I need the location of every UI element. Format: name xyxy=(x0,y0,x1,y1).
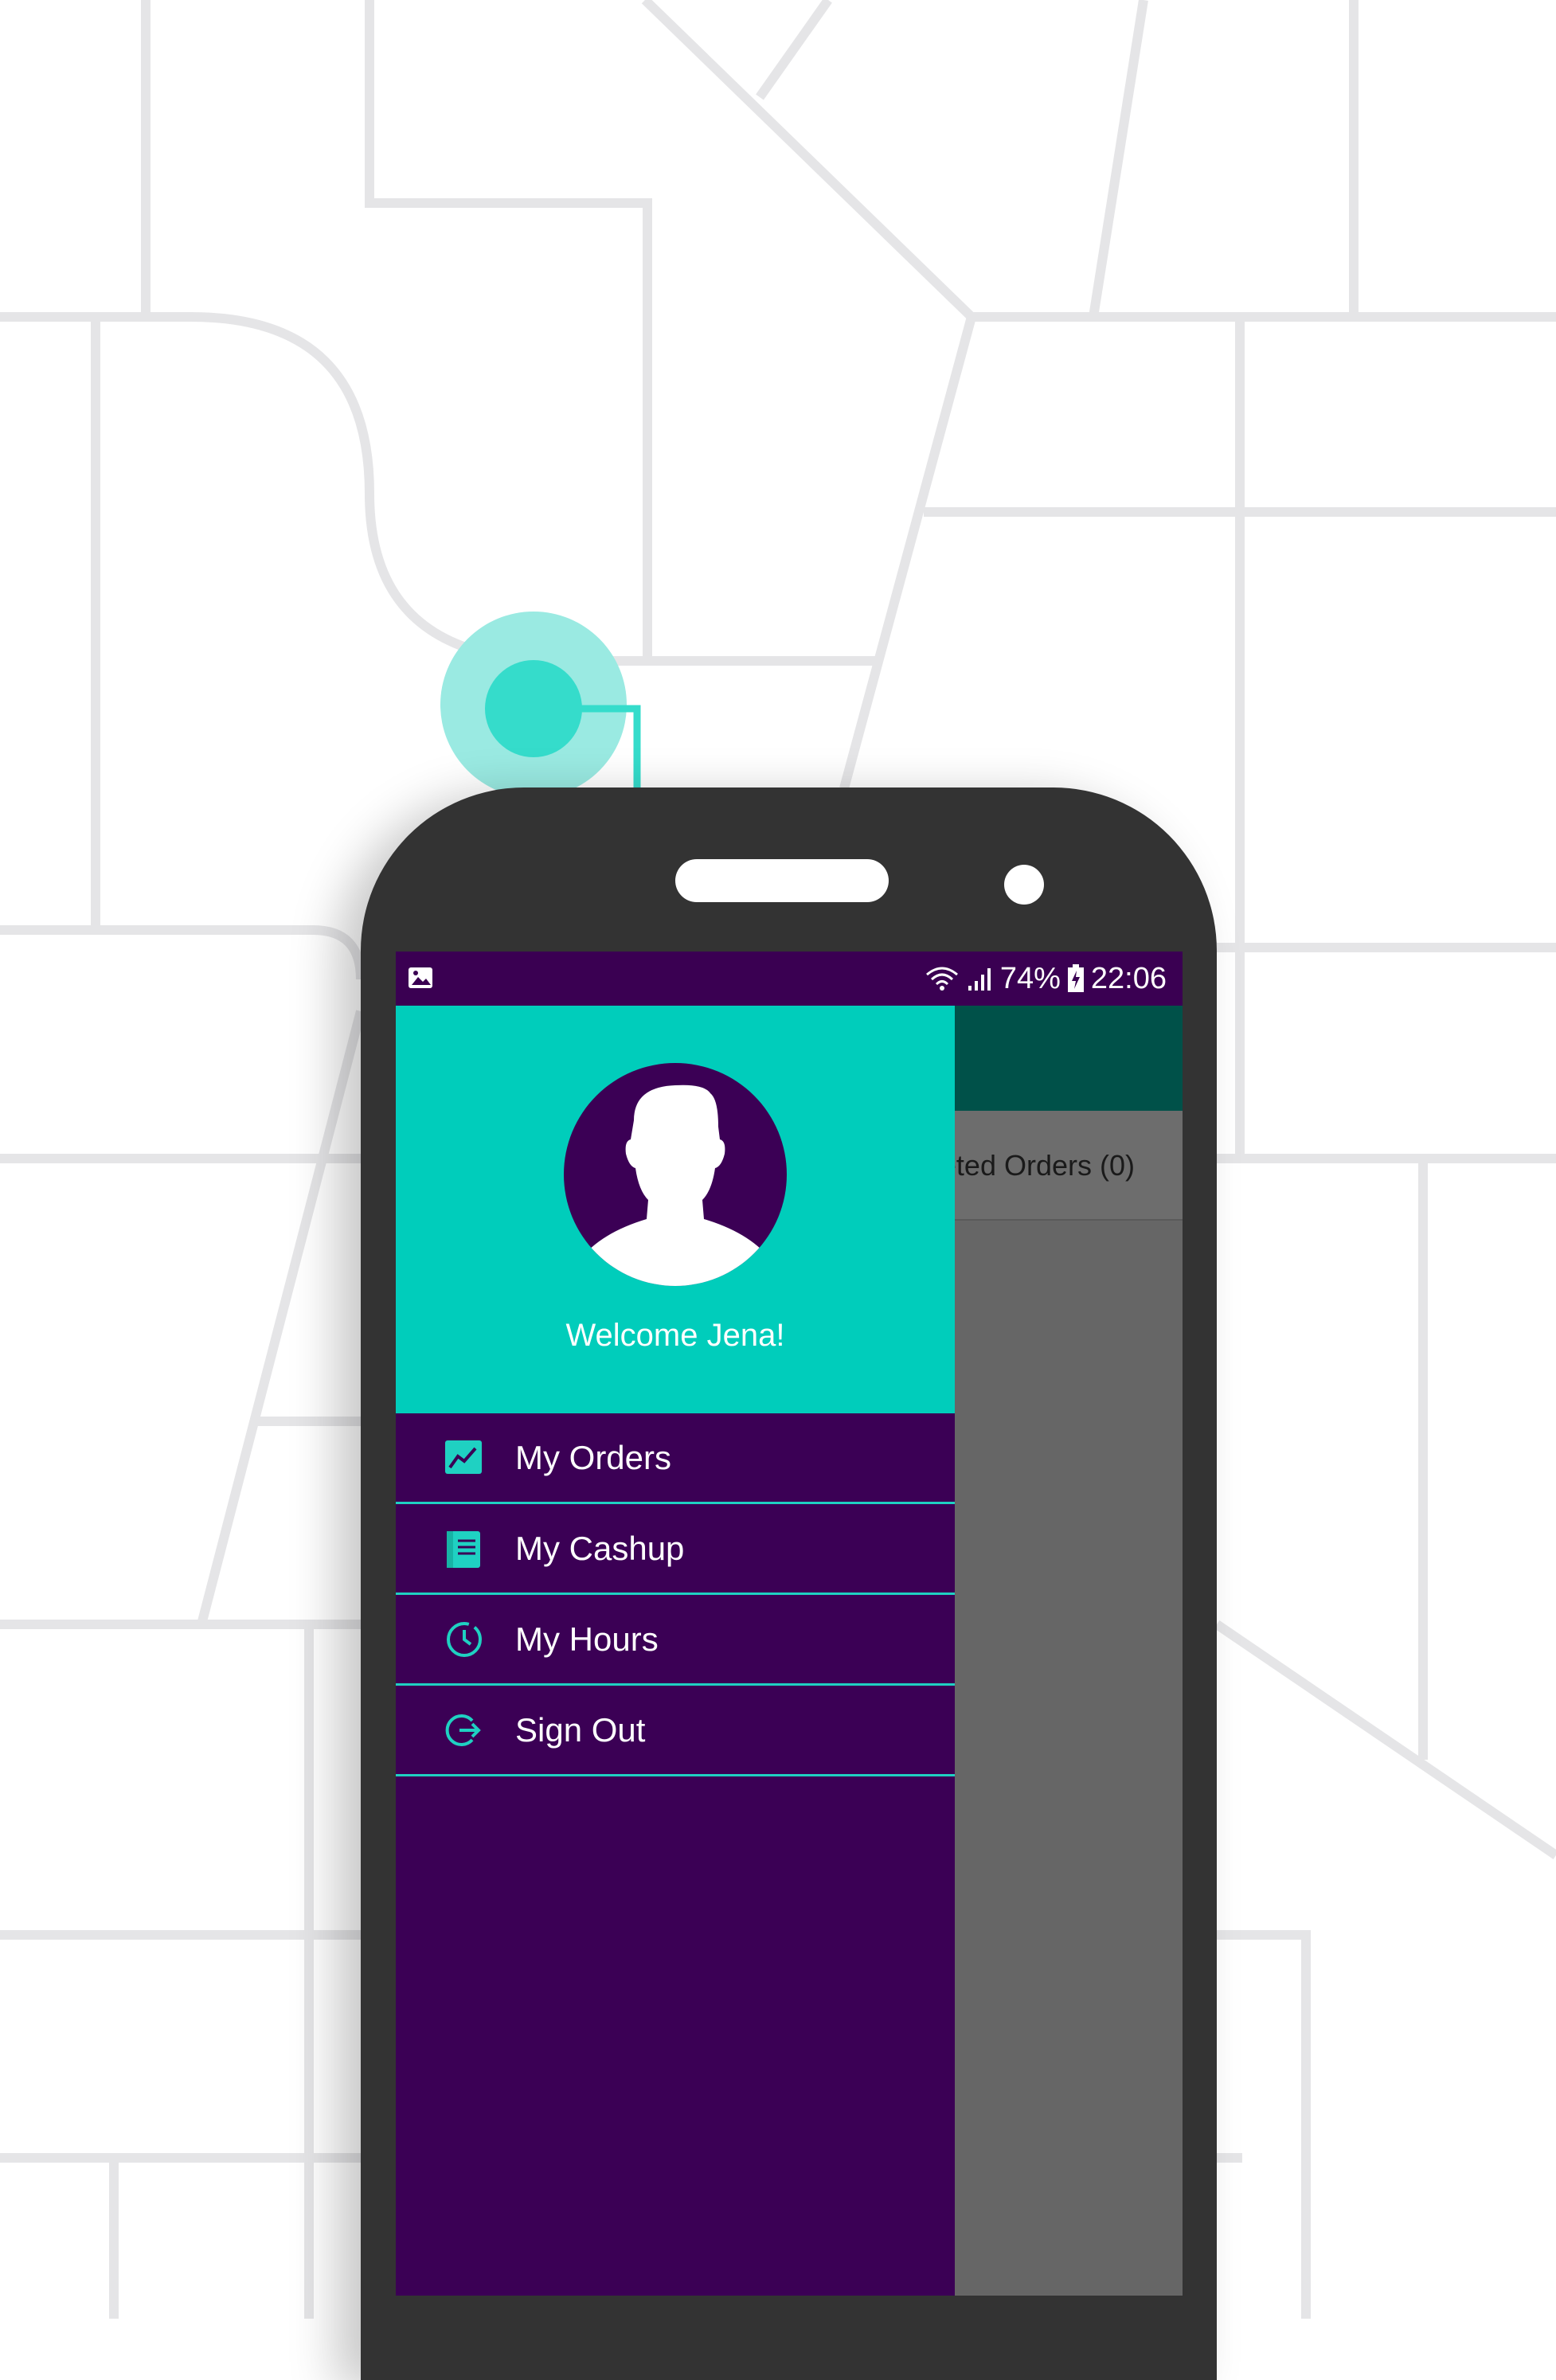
menu-item-my-cashup[interactable]: My Cashup xyxy=(396,1504,955,1595)
menu-item-my-orders[interactable]: My Orders xyxy=(396,1413,955,1504)
menu-item-label: My Hours xyxy=(515,1620,659,1658)
clock-icon xyxy=(447,1622,482,1657)
drawer-header: Welcome Jena! xyxy=(396,1006,955,1413)
drawer-menu: My Orders My Cashup My Hours Sign Out xyxy=(396,1413,955,1776)
menu-item-label: My Cashup xyxy=(515,1529,685,1567)
phone-camera xyxy=(1004,865,1044,905)
status-right: 74% 22:06 xyxy=(924,959,1167,998)
menu-item-sign-out[interactable]: Sign Out xyxy=(396,1686,955,1776)
phone-speaker xyxy=(675,859,889,902)
status-time: 22:06 xyxy=(1090,961,1167,995)
menu-item-label: My Orders xyxy=(515,1438,672,1476)
location-pin-inner xyxy=(485,660,582,757)
phone-mockup: 74% 22:06 Completed Orders (0) We xyxy=(361,787,1217,2380)
phone-screen: 74% 22:06 Completed Orders (0) We xyxy=(396,952,1183,2296)
signal-icon xyxy=(968,968,991,991)
notebook-icon xyxy=(447,1531,480,1568)
navigation-drawer: Welcome Jena! My Orders My Cashup My Hou… xyxy=(396,1006,955,2296)
wifi-icon xyxy=(925,967,958,991)
avatar[interactable] xyxy=(564,1063,787,1286)
app-toolbar xyxy=(953,1006,1183,1111)
user-silhouette-icon xyxy=(578,1084,772,1286)
sign-out-icon xyxy=(445,1714,481,1746)
battery-icon xyxy=(1067,964,1084,992)
tab-completed-orders[interactable]: Completed Orders (0) xyxy=(953,1111,1183,1221)
battery-percent: 74% xyxy=(999,961,1061,995)
tab-completed-orders-label: Completed Orders (0) xyxy=(953,1149,1135,1182)
image-icon xyxy=(409,967,432,988)
menu-item-my-hours[interactable]: My Hours xyxy=(396,1595,955,1686)
chart-icon xyxy=(445,1440,482,1474)
menu-item-label: Sign Out xyxy=(515,1710,646,1749)
status-bar: 74% 22:06 xyxy=(396,952,1183,1006)
welcome-text: Welcome Jena! xyxy=(565,1318,785,1353)
